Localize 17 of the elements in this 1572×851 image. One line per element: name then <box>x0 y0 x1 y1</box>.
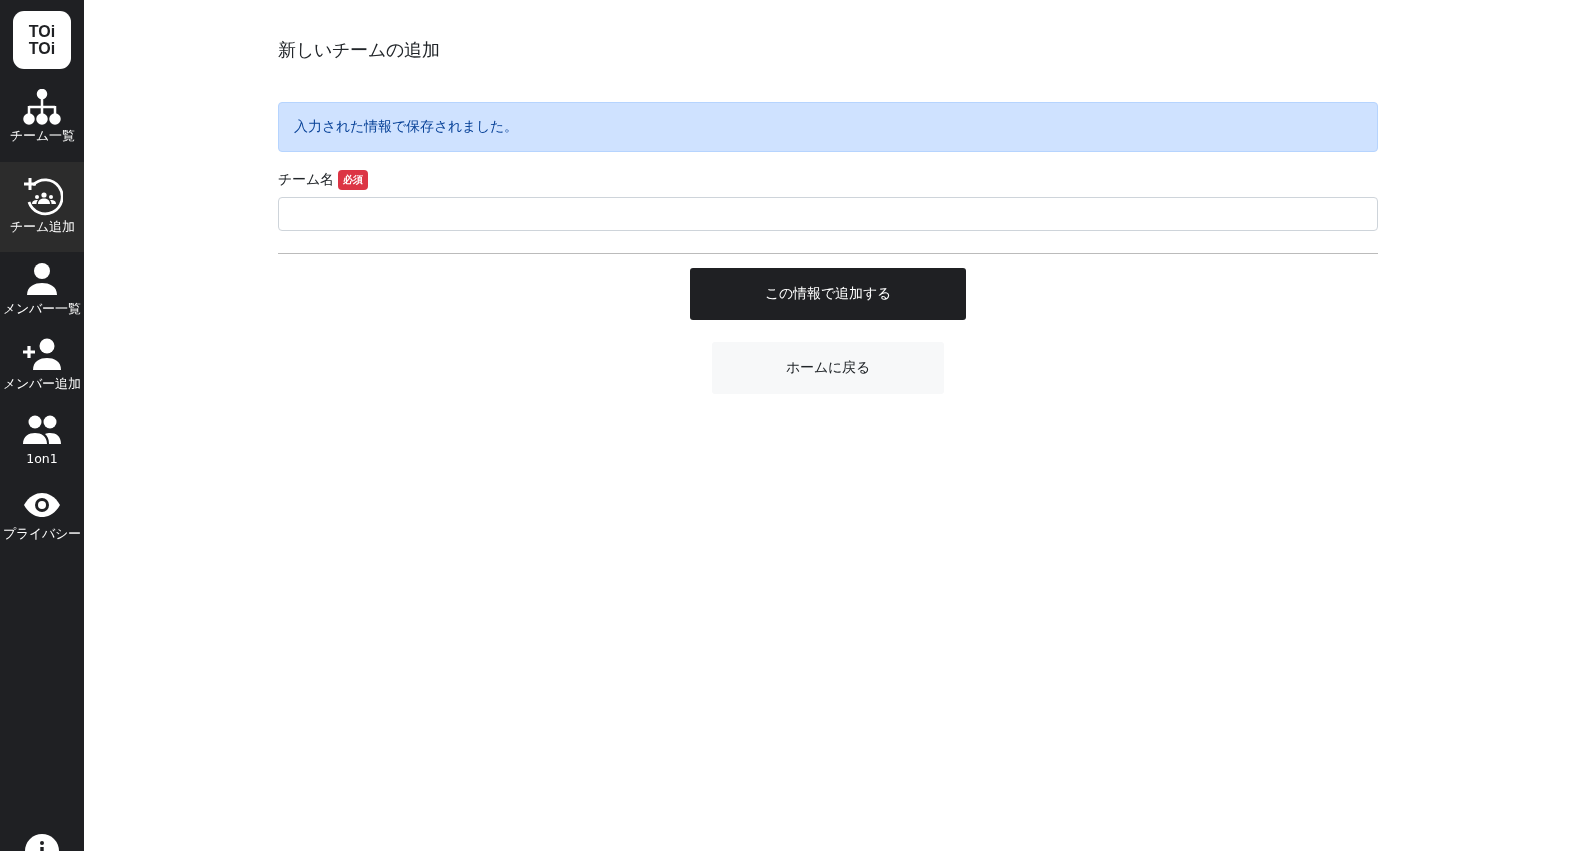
nav-item[interactable]: チーム追加 <box>0 162 84 252</box>
nav-item[interactable]: メンバー一覧 <box>0 258 84 333</box>
nav-item[interactable]: メンバー追加 <box>0 333 84 408</box>
home-button[interactable]: ホームに戻る <box>712 342 944 394</box>
field-label: チーム名 <box>278 171 334 189</box>
hierarchy-icon <box>22 89 62 125</box>
required-badge: 必須 <box>338 170 368 190</box>
page-title: 新しいチームの追加 <box>278 38 440 62</box>
person-add-icon <box>22 337 62 373</box>
group-add-icon <box>22 176 63 216</box>
nav-item[interactable]: 1on1 <box>0 408 84 483</box>
nav-item[interactable]: プライバシー <box>0 483 84 558</box>
add-button[interactable]: この情報で追加する <box>690 268 966 320</box>
nav-item[interactable]: チーム一覧 <box>0 85 84 160</box>
success-alert: 入力された情報で保存されました。 <box>278 102 1378 152</box>
team-name-input[interactable] <box>278 197 1378 231</box>
app-logo[interactable]: TOi TOi <box>13 11 71 69</box>
